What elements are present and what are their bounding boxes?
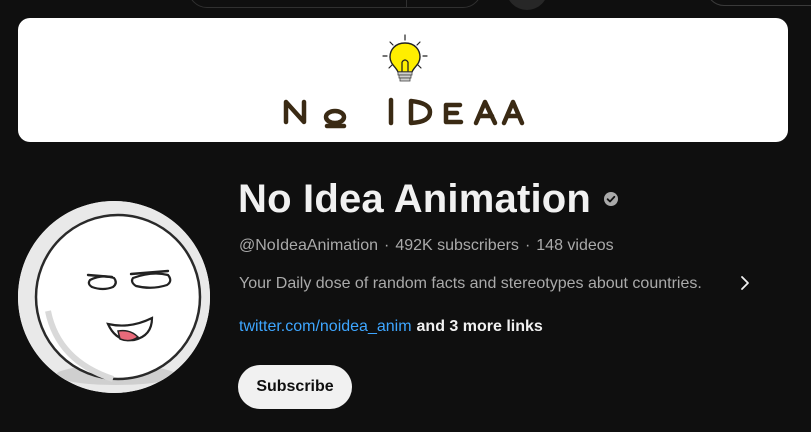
channel-description[interactable]: Your Daily dose of random facts and ster… (239, 274, 702, 294)
subscriber-count: 492K subscribers (395, 237, 519, 254)
search-box[interactable] (188, 0, 482, 8)
channel-handle: @NoIdeaAnimation (239, 237, 378, 254)
search-divider (406, 0, 407, 8)
voice-search-button[interactable] (506, 0, 548, 10)
subscribe-button[interactable]: Subscribe (238, 365, 352, 409)
channel-meta: @NoIdeaAnimation · 492K subscribers · 148 vi… (239, 236, 614, 256)
channel-name: No Idea Animation (238, 177, 592, 221)
channel-links: twitter.com/noidea_anim and 3 more links (239, 317, 543, 337)
more-links-button[interactable]: and 3 more links (412, 318, 543, 335)
chevron-right-icon[interactable] (735, 273, 755, 293)
sign-in-button[interactable] (706, 0, 811, 6)
channel-banner (18, 18, 788, 142)
verified-check-icon (604, 192, 618, 206)
channel-link[interactable]: twitter.com/noidea_anim (239, 318, 412, 335)
banner-logo (283, 34, 525, 129)
channel-page: No Idea Animation @NoIdeaAnimation · 492K … (0, 0, 811, 432)
meta-separator: · (383, 237, 390, 254)
channel-avatar[interactable] (18, 201, 210, 393)
avatar-face-image (18, 201, 210, 393)
meta-separator: · (524, 237, 531, 254)
video-count: 148 videos (536, 237, 614, 254)
